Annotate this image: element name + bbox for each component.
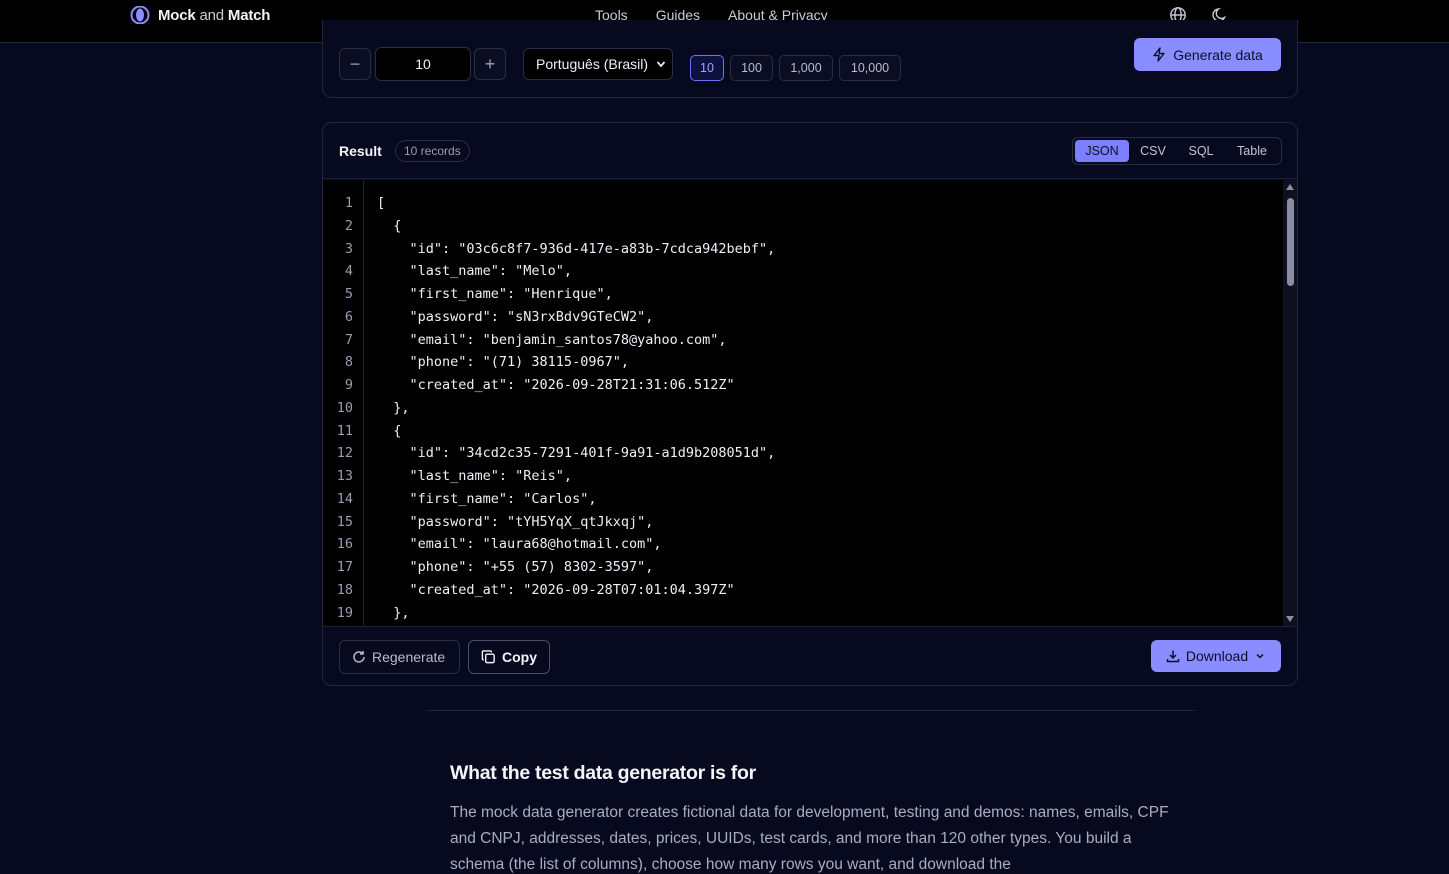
line-number-gutter: 1 2 3 4 5 6 7 8 9 10 11 12 13 14 15 16 17 18 19 <box>323 180 364 626</box>
code-line: { <box>377 217 402 234</box>
line-number: 16 <box>336 536 353 553</box>
brand-name: Mock and Match <box>158 6 271 24</box>
download-button[interactable]: Download <box>1151 640 1281 672</box>
download-label: Download <box>1185 648 1249 664</box>
locale-select[interactable]: Português (Brasil) <box>523 48 673 80</box>
line-number: 14 <box>336 490 353 507</box>
result-card: Result 10 records JSON CSV SQL Table 123… <box>322 122 1298 686</box>
code-line: "last_name": "Reis", <box>377 468 573 484</box>
line-number: 11 <box>336 422 353 439</box>
result-title: Result <box>339 143 382 159</box>
line-number: 13 <box>336 468 353 484</box>
preset-10-button[interactable]: 10 <box>690 55 724 81</box>
tab-table[interactable]: Table <box>1225 140 1279 162</box>
code-line: "phone": "+55 (57) 8302-3597", <box>377 559 654 575</box>
generate-data-button[interactable]: Generate data <box>1134 38 1281 71</box>
code-line: "password": "sN3rxBdv9GTeCW2", <box>377 308 654 325</box>
info-section-body: The mock data generator creates fictiona… <box>450 804 1169 873</box>
tab-sql[interactable]: SQL <box>1177 140 1225 162</box>
brand-link[interactable]: Mock and Match <box>130 6 270 24</box>
line-number: 12 <box>336 445 353 462</box>
tab-json[interactable]: JSON <box>1075 140 1129 162</box>
line-number: 6 <box>344 308 353 325</box>
code-editor[interactable]: 1 2 3 4 5 6 7 8 9 10 11 12 13 14 15 16 17 18 19 [ { "id": … <box>323 180 1297 626</box>
result-header: Result 10 records JSON CSV SQL Table <box>323 123 1297 179</box>
scroll-down-icon[interactable] <box>1286 616 1294 622</box>
line-number: 1 <box>344 195 353 211</box>
code-line: "email": "laura68@hotmail.com", <box>377 536 662 553</box>
code-line: "phone": "(71) 38115-0967", <box>377 354 629 371</box>
locale-value: Português (Brasil) <box>536 56 649 72</box>
scroll-up-icon[interactable] <box>1286 184 1294 190</box>
line-number: 9 <box>344 377 353 393</box>
line-number: 19 <box>336 604 353 621</box>
line-number: 8 <box>344 354 353 371</box>
tab-csv[interactable]: CSV <box>1129 140 1177 162</box>
line-number: 18 <box>336 581 353 598</box>
line-number: 2 <box>344 217 353 234</box>
refresh-icon <box>353 651 365 663</box>
code-line: "created_at": "2026-09-28T21:31:06.512Z" <box>377 377 735 393</box>
code-line: "password": "tYH5YqX_qtJkxqj", <box>377 513 654 530</box>
scroll-thumb[interactable] <box>1287 198 1294 286</box>
code-line: }, <box>377 604 410 621</box>
code-line: "email": "benjamin_santos78@yahoo.com", <box>377 331 727 348</box>
line-number: 5 <box>344 286 353 302</box>
line-number: 3 <box>344 240 353 257</box>
chevron-down-icon <box>656 61 666 68</box>
format-tabs: JSON CSV SQL Table <box>1072 137 1282 165</box>
regenerate-label: Regenerate <box>372 649 446 665</box>
logo-icon <box>130 6 150 24</box>
line-number: 15 <box>336 513 353 530</box>
generate-label: Generate data <box>1173 46 1263 63</box>
chevron-down-icon <box>1256 653 1264 659</box>
increment-button[interactable]: + <box>474 48 506 80</box>
preset-1000-button[interactable]: 1,000 <box>779 55 833 81</box>
lightning-icon <box>1153 47 1165 62</box>
info-section-title: What the test data generator is for <box>450 762 756 784</box>
code-line: "last_name": "Melo", <box>377 263 573 280</box>
code-line: { <box>377 422 402 439</box>
preset-10000-button[interactable]: 10,000 <box>839 55 901 81</box>
code-line: "id": "34cd2c35-7291-401f-9a91-a1d9b2080… <box>377 445 776 462</box>
preset-100-button[interactable]: 100 <box>730 55 773 81</box>
code-scrollbar[interactable] <box>1283 180 1297 626</box>
code-line: "created_at": "2026-09-28T07:01:04.397Z" <box>377 581 735 598</box>
code-line: "id": "03c6c8f7-936d-417e-a83b-7cdca942b… <box>377 240 776 257</box>
code-line: }, <box>377 399 410 416</box>
quantity-input[interactable]: 10 <box>375 47 471 81</box>
result-footer: Regenerate Copy Download <box>323 626 1297 685</box>
section-divider <box>427 710 1195 711</box>
line-number: 4 <box>344 263 353 280</box>
line-number: 7 <box>344 331 353 348</box>
copy-button[interactable]: Copy <box>468 640 550 674</box>
regenerate-button[interactable]: Regenerate <box>339 640 460 674</box>
records-badge: 10 records <box>395 140 470 162</box>
copy-icon <box>481 650 495 664</box>
copy-label: Copy <box>502 649 537 665</box>
decrement-button[interactable]: − <box>339 48 371 80</box>
line-number: 17 <box>336 559 353 575</box>
code-line: [ <box>377 195 386 211</box>
line-number: 10 <box>336 399 353 416</box>
code-line: "first_name": "Carlos", <box>377 490 597 507</box>
download-icon <box>1166 650 1180 663</box>
code-line: "first_name": "Henrique", <box>377 286 613 302</box>
